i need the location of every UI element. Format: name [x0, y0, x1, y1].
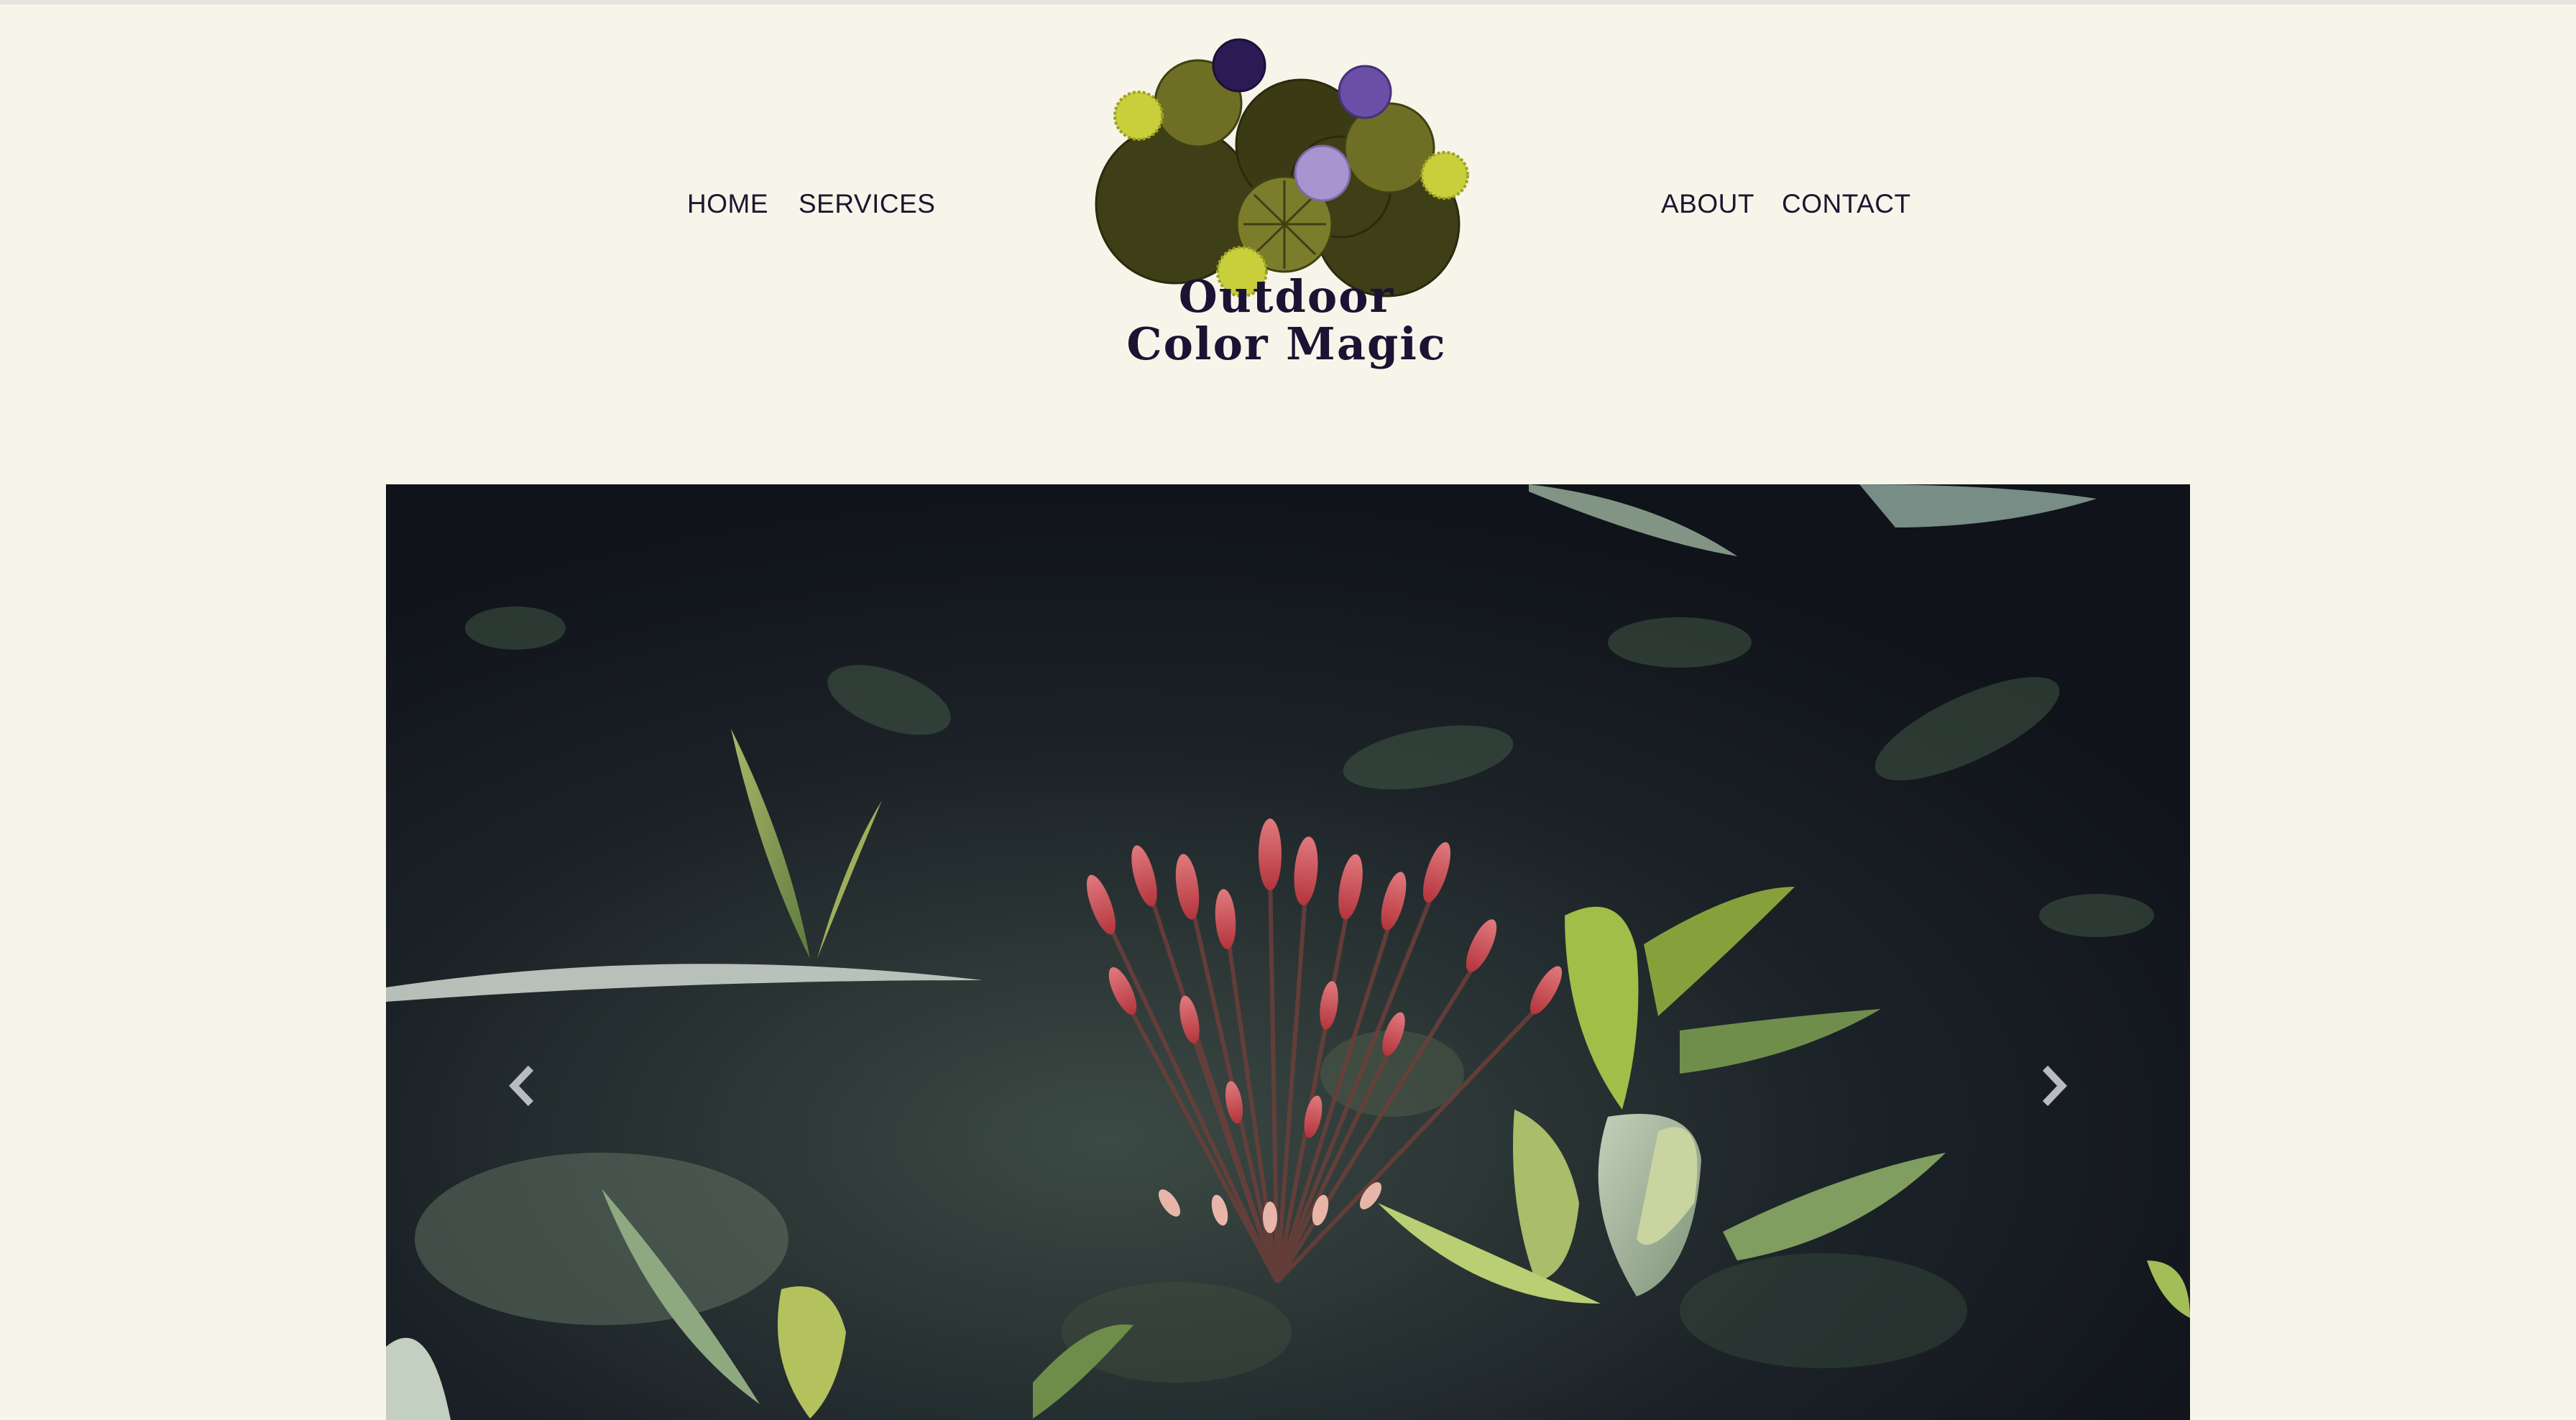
chevron-left-icon	[509, 1065, 534, 1107]
hero-image-flower	[386, 484, 2190, 1420]
carousel-next-button[interactable]	[2032, 1061, 2075, 1111]
nav-home-link[interactable]: HOME	[687, 188, 768, 220]
chevron-right-icon	[2042, 1065, 2067, 1107]
nav-contact-link[interactable]: CONTACT	[1782, 188, 1911, 220]
site-header: HOME SERVICES Outdoor Color Magic ABOUT …	[0, 4, 2576, 435]
nav-about-link[interactable]: ABOUT	[1661, 188, 1754, 220]
site-logo[interactable]: Outdoor Color Magic	[1078, 26, 1495, 400]
logo-text-line2: Color Magic	[1126, 318, 1447, 370]
nav-services-link[interactable]: SERVICES	[799, 188, 935, 220]
hero-carousel	[386, 484, 2190, 1420]
carousel-prev-button[interactable]	[501, 1061, 544, 1111]
logo-text-line1: Outdoor	[1178, 270, 1395, 323]
